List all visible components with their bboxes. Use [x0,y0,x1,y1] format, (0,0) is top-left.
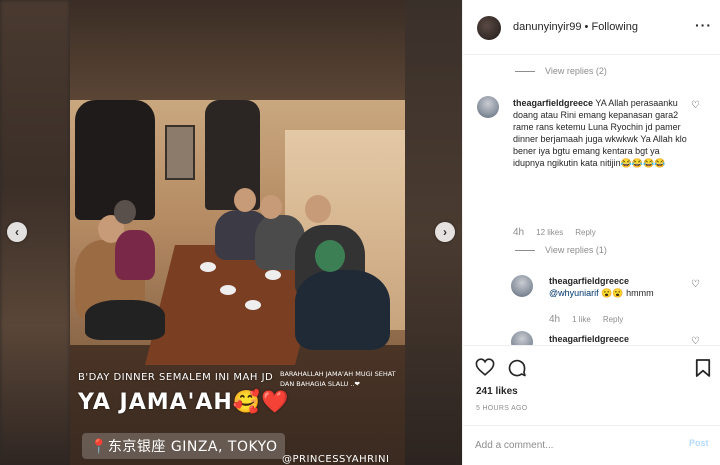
comment-input[interactable] [475,436,675,454]
bookmark-icon[interactable] [695,358,711,383]
more-options-icon[interactable]: ··· [695,17,712,33]
header-separator: • [581,21,592,33]
avatar[interactable] [477,96,499,118]
instagram-post-modal: B'DAY DINNER SEMALEM INI MAH JD YA JAMA'… [0,0,720,465]
comment-body: 😮😮 hmmm [598,288,654,298]
story-location-sticker: 📍东京银座 GINZA, TOKYO [82,433,286,459]
person [85,300,165,340]
person [295,270,390,350]
post-actions: 241 likes 5 HOURS AGO [463,345,720,425]
comment-username[interactable]: theagarfieldgreece [549,275,689,287]
story-side-note: BARAHALLAH JAMA'AH MUGI SEHAT DAN BAHAGI… [280,370,396,388]
follow-status-button[interactable]: Following [591,21,637,33]
comment-username[interactable]: theagarfieldgreece [513,98,593,108]
comment: theagarfieldgreece YA Allah perasaanku d… [513,97,693,169]
post-sidebar: danunyinyir99 • Following ··· View repli… [462,0,720,465]
reply-comment: theagarfieldgreece @whyuniarif 😮😮 hmmm [549,275,689,299]
comment-time: 4h [549,314,561,325]
view-replies-button[interactable]: View replies (2) [515,66,607,76]
reply-button[interactable]: Reply [603,315,623,324]
comment-likes[interactable]: 12 likes [536,228,563,237]
avatar[interactable] [477,16,501,40]
wall-poster [165,125,195,180]
comments-list[interactable]: View replies (2) theagarfieldgreece YA A… [463,55,720,345]
comment-body: YA Allah perasaanku doang atau Rini eman… [513,98,687,168]
reply-button[interactable]: Reply [575,228,595,237]
post-comment-button[interactable]: Post [689,438,709,448]
heart-icon[interactable] [475,358,495,381]
comment-username[interactable]: theagarfieldgreece [549,334,629,344]
next-arrow-icon[interactable]: › [435,222,455,242]
avatar[interactable] [511,331,533,345]
comment-likes[interactable]: 1 like [572,315,591,324]
hanging-coat [75,100,155,220]
comment-bubble-icon[interactable] [507,358,527,383]
comment-meta: 4h 12 likes Reply [513,227,608,238]
comment-like-heart-icon[interactable]: ♡ [691,100,700,111]
story-photo[interactable]: B'DAY DINNER SEMALEM INI MAH JD YA JAMA'… [70,0,405,465]
story-headline: YA JAMA'AH🥰❤️ [78,390,290,415]
comment-mention[interactable]: @whyuniarif [549,288,599,298]
post-header: danunyinyir99 • Following ··· [463,0,720,55]
view-replies-button[interactable]: View replies (1) [515,245,607,255]
previous-arrow-icon[interactable]: ‹ [7,222,27,242]
story-caption: B'DAY DINNER SEMALEM INI MAH JD [78,372,274,383]
reply-comment: theagarfieldgreece [549,333,689,345]
likes-count[interactable]: 241 likes [476,386,518,397]
comment-meta: 4h 1 like Reply [549,314,635,325]
person [115,230,155,280]
add-comment-bar: Post [463,425,720,465]
post-timestamp: 5 HOURS AGO [476,405,528,412]
comment-time: 4h [513,227,525,238]
post-media: B'DAY DINNER SEMALEM INI MAH JD YA JAMA'… [0,0,462,465]
comment-like-heart-icon[interactable]: ♡ [691,279,700,290]
avatar[interactable] [511,275,533,297]
post-author-username[interactable]: danunyinyir99 [513,21,582,33]
story-mention-tag: @PRINCESSYAHRINI [282,454,390,465]
comment-like-heart-icon[interactable]: ♡ [691,336,700,345]
